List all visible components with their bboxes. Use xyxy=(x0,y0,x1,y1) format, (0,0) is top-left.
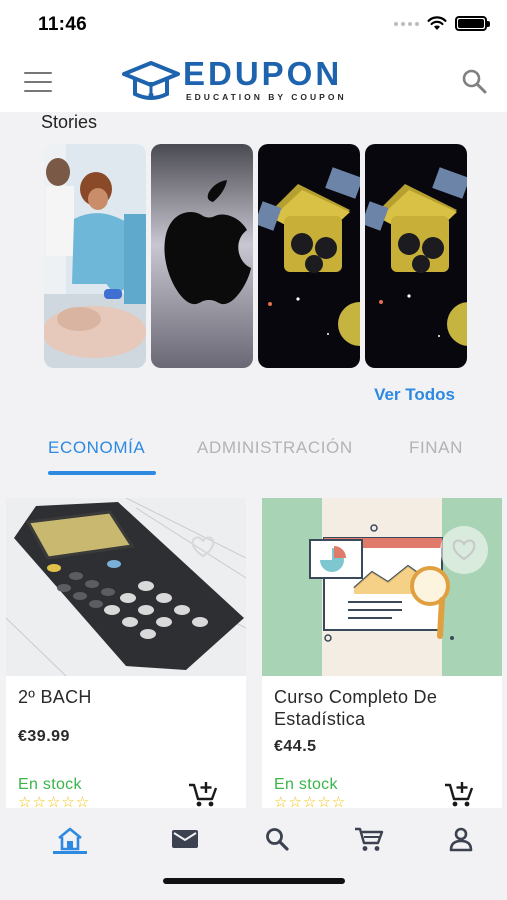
logo-wordmark: EDUPON xyxy=(183,55,343,92)
cart-icon xyxy=(355,827,384,851)
add-to-cart-icon[interactable] xyxy=(188,780,218,808)
active-tab-indicator xyxy=(48,471,156,475)
stories-row xyxy=(44,144,467,368)
status-bar: 11:46 xyxy=(0,0,507,50)
graphing-calculator-image xyxy=(6,498,246,676)
home-indicator xyxy=(163,878,345,884)
bottom-navigation xyxy=(0,808,507,900)
product-price: €39.99 xyxy=(18,728,70,745)
battery-icon xyxy=(455,16,490,31)
nav-cart[interactable] xyxy=(352,822,386,856)
graduation-cap-icon xyxy=(122,61,180,100)
see-all-stories-link[interactable]: Ver Todos xyxy=(374,385,455,405)
story-apple[interactable] xyxy=(151,144,253,368)
category-tabs: ECONOMÍA ADMINISTRACIÓN FINAN xyxy=(0,430,507,478)
satellite-space-image xyxy=(258,144,360,368)
status-icons xyxy=(394,16,490,31)
logo-tagline: EDUCATION BY COUPON xyxy=(186,92,347,102)
status-time: 11:46 xyxy=(38,14,88,35)
cellular-signal-icon xyxy=(394,21,419,26)
app-header: EDUPON EDUCATION BY COUPON xyxy=(0,50,507,112)
search-icon xyxy=(266,828,289,851)
apple-logo-image xyxy=(151,144,253,368)
add-to-cart-icon[interactable] xyxy=(444,780,474,808)
search-icon[interactable] xyxy=(461,68,487,94)
story-satellite-2[interactable] xyxy=(365,144,467,368)
edupon-logo: EDUPON EDUCATION BY COUPON xyxy=(121,56,389,108)
statistics-report-image xyxy=(262,498,502,676)
nav-search[interactable] xyxy=(260,822,294,856)
tab-administracion[interactable]: ADMINISTRACIÓN xyxy=(197,438,353,458)
tab-finanzas[interactable]: FINAN xyxy=(409,438,463,458)
stock-status: En stock xyxy=(18,776,82,793)
app-screen: 11:46 EDUPON EDUCATION BY COUPON Stories… xyxy=(0,0,507,900)
story-medical-training[interactable] xyxy=(44,144,146,368)
home-icon xyxy=(58,827,82,851)
heart-icon xyxy=(452,539,476,561)
user-icon xyxy=(449,827,473,852)
nav-profile[interactable] xyxy=(444,822,478,856)
medical-training-image xyxy=(44,144,146,368)
active-nav-indicator xyxy=(53,851,87,854)
story-satellite[interactable] xyxy=(258,144,360,368)
product-card[interactable]: 2º BACH €39.99 En stock ☆☆☆☆☆ xyxy=(6,498,246,810)
product-card[interactable]: Curso Completo De Estadística €44.5 En s… xyxy=(262,498,502,810)
mail-icon xyxy=(172,830,198,848)
satellite-space-image xyxy=(365,144,467,368)
product-title: Curso Completo De Estadística xyxy=(274,687,438,729)
hamburger-menu-icon[interactable] xyxy=(24,72,52,92)
heart-icon[interactable] xyxy=(190,536,216,558)
product-price: €44.5 xyxy=(274,738,317,755)
wifi-icon xyxy=(427,16,447,30)
stock-status: En stock xyxy=(274,776,338,793)
tab-economia[interactable]: ECONOMÍA xyxy=(48,438,145,458)
product-image xyxy=(262,498,502,676)
product-image xyxy=(6,498,246,676)
product-title: 2º BACH xyxy=(18,687,92,707)
stories-title: Stories xyxy=(41,112,98,132)
nav-messages[interactable] xyxy=(168,822,202,856)
favorite-button[interactable] xyxy=(440,526,488,574)
